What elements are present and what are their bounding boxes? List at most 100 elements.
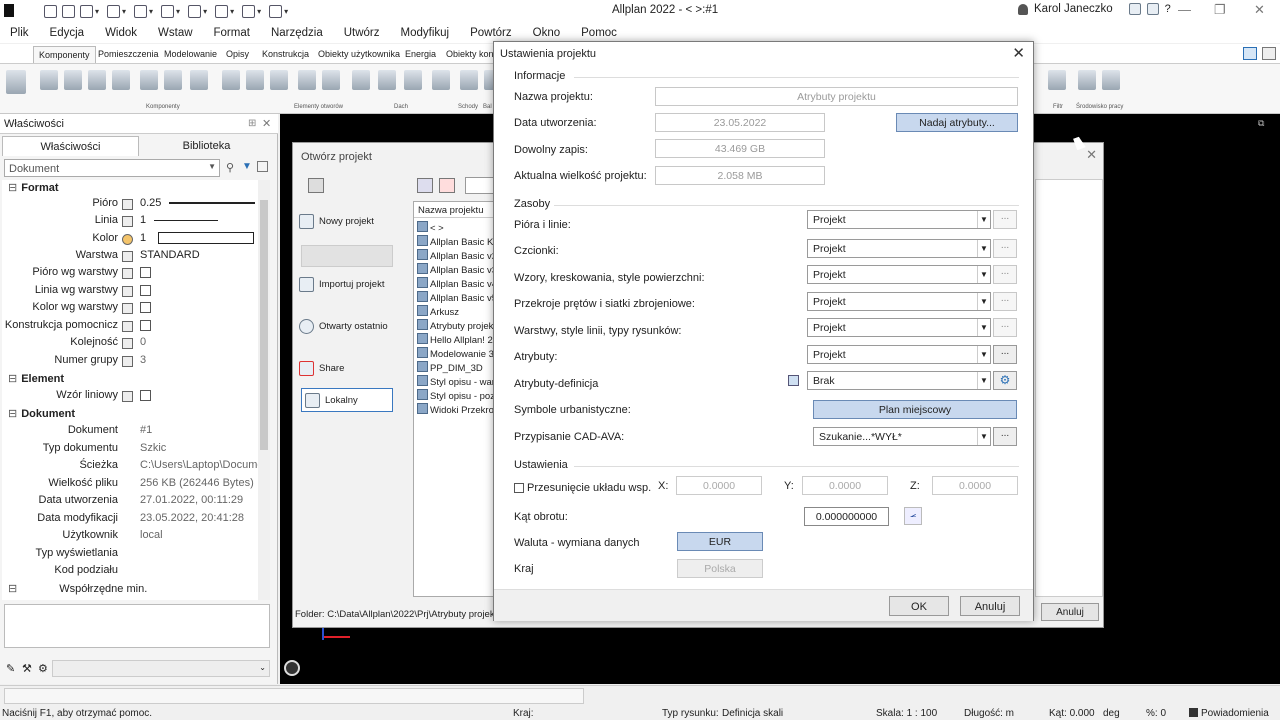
prop-checkbox[interactable]	[140, 266, 151, 278]
list-item[interactable]: Atrybuty projekt	[417, 319, 494, 332]
tool-icon[interactable]	[352, 70, 370, 90]
checkbox[interactable]	[140, 319, 151, 331]
section-format[interactable]: Format	[8, 181, 58, 194]
list-item[interactable]: Hello Allplan! 20	[417, 333, 494, 346]
list-item[interactable]: Allplan Basic v4	[417, 277, 494, 290]
ok-button[interactable]: OK	[889, 596, 949, 616]
tab-komponenty[interactable]: Komponenty	[33, 46, 96, 63]
drawing-type-value[interactable]: Definicja skali	[722, 708, 783, 719]
tab-obiekty-uzytkownika[interactable]: Obiekty użytkownika	[318, 49, 400, 59]
tool-icon[interactable]	[322, 70, 340, 90]
undo-icon[interactable]	[134, 4, 148, 18]
patterns-select[interactable]: Projekt ▼	[807, 265, 991, 284]
nav-recent[interactable]: Otwarty ostatnio	[299, 319, 393, 334]
x-offset-field[interactable]: 0.0000	[676, 476, 762, 495]
list-item[interactable]: Allplan Basic v3	[417, 263, 494, 276]
print-icon[interactable]	[107, 4, 121, 18]
tab-opisy[interactable]: Opisy	[226, 49, 249, 59]
column-header-name[interactable]: Nazwa projektu	[414, 202, 494, 218]
tab-modelowanie[interactable]: Modelowanie	[164, 49, 217, 59]
list-item[interactable]: Allplan Basic Ku	[417, 235, 494, 248]
filter-icon[interactable]	[242, 4, 256, 18]
list-item[interactable]: Allplan Basic v5	[417, 291, 494, 304]
prop-value[interactable]: 1	[140, 232, 255, 245]
nav-new-project[interactable]: Nowy projekt	[299, 214, 393, 229]
filter-icon[interactable]: ▼	[242, 161, 252, 172]
settings-icon[interactable]	[1243, 47, 1257, 60]
section-element[interactable]: Element	[8, 372, 64, 385]
open-cancel-button[interactable]: Anuluj	[1041, 603, 1099, 621]
nav-share[interactable]: Share	[299, 361, 393, 376]
search-icon[interactable]: ⚲	[226, 161, 234, 174]
notifications[interactable]: Powiadomienia	[1189, 708, 1280, 719]
y-offset-field[interactable]: 0.0000	[802, 476, 888, 495]
prop-value[interactable]: 0.25	[140, 197, 256, 209]
checkbox[interactable]	[140, 389, 151, 401]
prop-checkbox[interactable]	[140, 389, 151, 401]
list-item[interactable]: PP_DIM_3D	[417, 361, 483, 374]
tab-obiekty-kons[interactable]: Obiekty kons	[446, 49, 498, 59]
tab-wlasciwosci[interactable]: Właściwości	[2, 136, 139, 156]
search-field[interactable]	[465, 177, 495, 194]
tools-icon[interactable]	[269, 4, 283, 18]
edit-icon[interactable]: ✎	[6, 662, 15, 675]
help-icon[interactable]: ?	[1165, 3, 1171, 15]
section-wspolrzedne[interactable]: Współrzędne min.	[8, 582, 147, 595]
info-icon[interactable]	[788, 375, 799, 386]
scale-status[interactable]: Skala: 1 : 100	[876, 708, 937, 719]
tab-biblioteka[interactable]: Biblioteka	[139, 136, 274, 156]
prop-checkbox[interactable]	[140, 301, 151, 313]
gear-icon[interactable]: ⚙	[993, 371, 1017, 390]
tool-icon[interactable]	[64, 70, 82, 90]
brush-icon[interactable]: ⚒	[22, 662, 32, 675]
select-icon[interactable]	[215, 4, 229, 18]
prop-value[interactable]: STANDARD	[140, 249, 200, 261]
prop-value[interactable]: 3	[140, 354, 146, 366]
filter-icon[interactable]	[1048, 70, 1066, 90]
tool-icon[interactable]	[460, 70, 478, 90]
list-item[interactable]: Arkusz	[417, 305, 459, 318]
list-item[interactable]: Styl opisu - wars	[417, 375, 494, 388]
tool-icon[interactable]	[190, 70, 208, 90]
workspace-icon[interactable]	[1102, 70, 1120, 90]
expand-ribbon-icon[interactable]	[1262, 47, 1276, 60]
menu-edycja[interactable]: Edycja	[50, 27, 85, 39]
prop-checkbox[interactable]	[140, 284, 151, 296]
prop-value[interactable]: 1	[140, 214, 219, 226]
delete-icon[interactable]	[439, 178, 455, 193]
wall-tool-icon[interactable]	[6, 70, 26, 94]
copy-icon[interactable]	[188, 4, 202, 18]
menu-format[interactable]: Format	[214, 27, 250, 39]
attributes-more-button[interactable]: ...	[993, 345, 1017, 364]
canvas-maximize-icon[interactable]: ⧉	[1258, 118, 1264, 129]
angle-field[interactable]: 0.000000000	[804, 507, 889, 526]
close-icon[interactable]: ✕	[1012, 44, 1025, 62]
angle-unit-status[interactable]: deg	[1103, 708, 1120, 719]
new-icon[interactable]	[62, 4, 75, 18]
z-offset-field[interactable]: 0.0000	[932, 476, 1018, 495]
cancel-button[interactable]: Anuluj	[960, 596, 1020, 616]
tab-pomieszczenia[interactable]: Pomieszczenia	[98, 49, 159, 59]
percent-status[interactable]: %: 0	[1146, 708, 1166, 719]
tool-icon[interactable]	[40, 70, 58, 90]
close-window-button[interactable]: ✕	[1254, 2, 1265, 18]
menu-modyfikuj[interactable]: Modyfikuj	[401, 27, 450, 39]
currency-button[interactable]: EUR	[677, 532, 763, 551]
minimize-button[interactable]: —	[1178, 2, 1191, 17]
select-all-icon[interactable]	[257, 161, 268, 172]
attr-definition-select[interactable]: Brak ▼	[807, 371, 991, 390]
menu-narzedzia[interactable]: Narzędzia	[271, 27, 323, 39]
tool-icon[interactable]	[112, 70, 130, 90]
tab-energia[interactable]: Energia	[405, 49, 436, 59]
angle-pick-icon[interactable]: ⦟	[904, 507, 922, 525]
menu-widok[interactable]: Widok	[105, 27, 137, 39]
checkbox[interactable]	[140, 301, 151, 313]
menu-utworz[interactable]: Utwórz	[344, 27, 380, 39]
prop-checkbox[interactable]	[140, 319, 151, 331]
tool-icon[interactable]	[270, 70, 288, 90]
restore-button[interactable]: ❐	[1214, 2, 1226, 18]
checkbox[interactable]	[140, 284, 151, 296]
attributes-select[interactable]: Projekt ▼	[807, 345, 991, 364]
command-line[interactable]	[4, 688, 584, 704]
menu-wstaw[interactable]: Wstaw	[158, 27, 193, 39]
